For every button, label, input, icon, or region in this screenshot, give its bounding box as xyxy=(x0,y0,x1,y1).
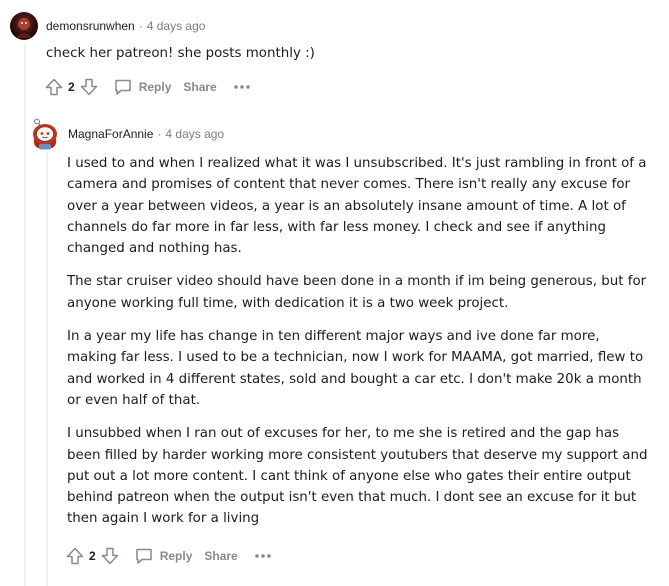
thread-line-child[interactable] xyxy=(46,152,48,586)
comment-paragraph: I used to and when I realized what it wa… xyxy=(67,156,647,257)
reply-label: Reply xyxy=(138,80,172,94)
vote-count: 2 xyxy=(89,549,96,563)
username[interactable]: MagnaForAnnie xyxy=(68,127,153,141)
comment-body: I used to and when I realized what it wa… xyxy=(67,153,651,542)
downvote-button[interactable] xyxy=(98,544,122,568)
separator-dot: · xyxy=(157,127,162,141)
share-button[interactable]: Share xyxy=(183,80,216,94)
downvote-button[interactable] xyxy=(77,75,101,99)
comment-header: demonsrunwhen · 4 days ago xyxy=(10,12,205,40)
share-label: Share xyxy=(204,549,238,563)
comment-actions: 2 Reply Share xyxy=(42,75,253,99)
more-horizontal-icon xyxy=(254,554,271,558)
comment-body: check her patreon! she posts monthly :) xyxy=(46,43,646,76)
upvote-button[interactable] xyxy=(42,75,66,99)
comment-header: MagnaForAnnie · 4 days ago xyxy=(30,118,224,150)
reply-button[interactable]: Reply xyxy=(134,546,193,566)
comment-actions: 2 Reply Share xyxy=(63,544,274,568)
more-options-button[interactable] xyxy=(252,546,274,566)
separator-dot: · xyxy=(138,19,143,33)
arrow-up-outline-icon xyxy=(45,78,63,96)
reply-label: Reply xyxy=(159,549,193,563)
arrow-down-outline-icon xyxy=(101,547,118,565)
comment-paragraph: I unsubbed when I ran out of excuses for… xyxy=(67,426,648,527)
share-button[interactable]: Share xyxy=(204,549,237,563)
more-horizontal-icon xyxy=(233,85,250,89)
arrow-up-outline-icon xyxy=(66,547,84,565)
avatar[interactable] xyxy=(10,12,38,40)
arrow-down-outline-icon xyxy=(80,78,97,96)
upvote-button[interactable] xyxy=(63,544,87,568)
username[interactable]: demonsrunwhen xyxy=(46,19,135,33)
thread-line-parent[interactable] xyxy=(24,44,26,586)
timestamp[interactable]: 4 days ago xyxy=(147,19,206,33)
comment-paragraph: check her patreon! she posts monthly :) xyxy=(46,46,315,61)
more-options-button[interactable] xyxy=(231,77,253,97)
reply-button[interactable]: Reply xyxy=(113,77,172,97)
speech-bubble-icon xyxy=(114,79,131,95)
vote-count: 2 xyxy=(68,80,75,94)
speech-bubble-icon xyxy=(135,548,152,564)
comment-paragraph: The star cruiser video should have been … xyxy=(67,274,647,311)
comment-paragraph: In a year my life has change in ten diff… xyxy=(67,329,644,408)
avatar[interactable] xyxy=(30,118,60,150)
timestamp[interactable]: 4 days ago xyxy=(165,127,224,141)
share-label: Share xyxy=(183,80,217,94)
